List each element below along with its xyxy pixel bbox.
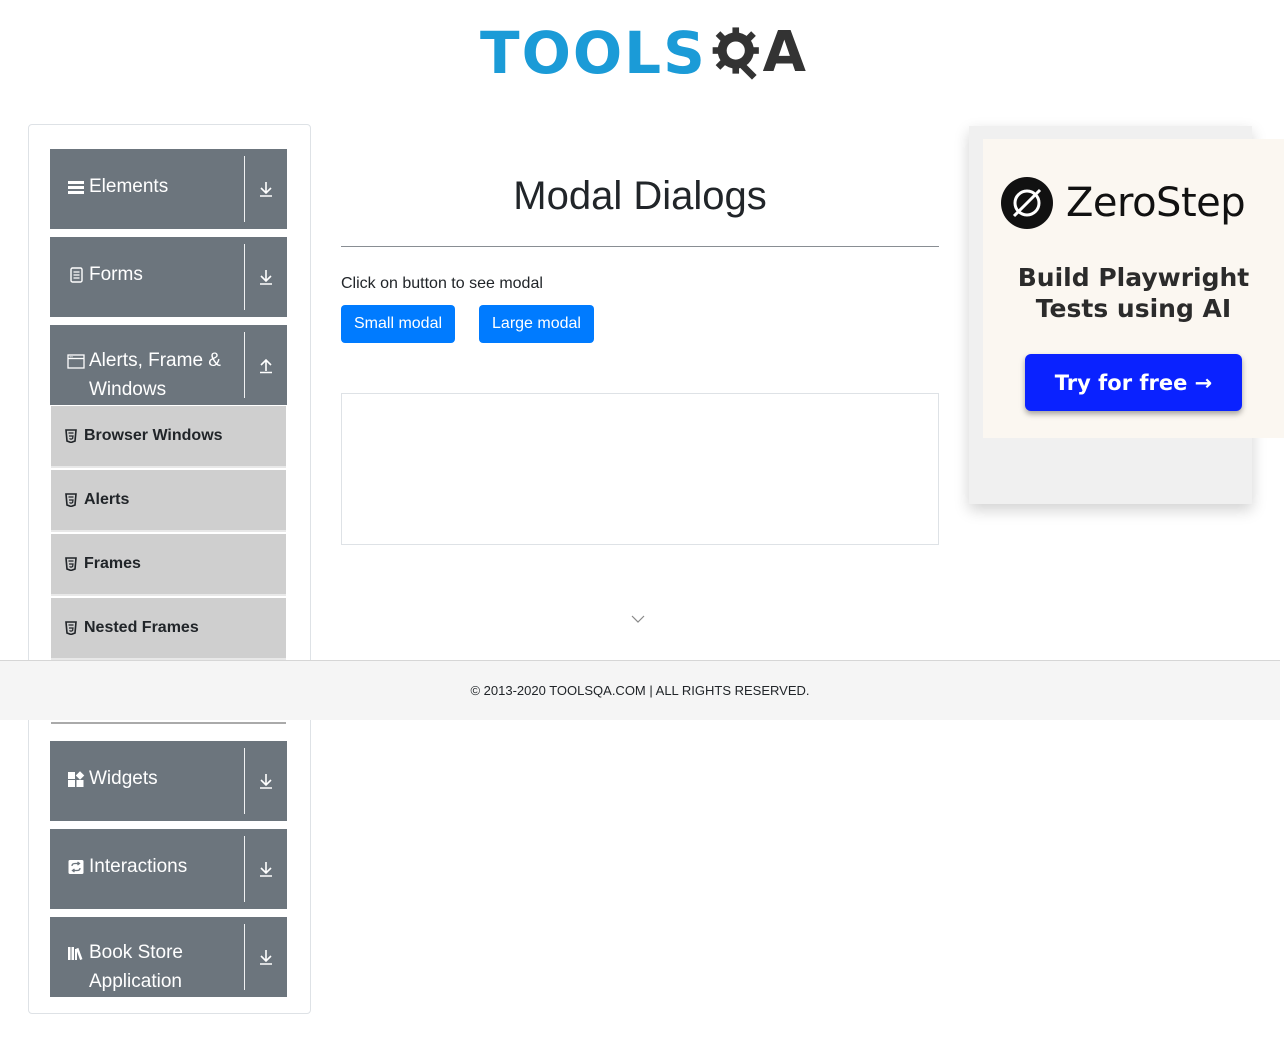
left-panel: Elements Forms Alerts, Frame & Windows B… bbox=[28, 124, 311, 1014]
ad-placeholder-box bbox=[341, 393, 939, 545]
sidebar-item-nested-frames[interactable]: Nested Frames bbox=[51, 598, 286, 660]
html5-icon bbox=[65, 429, 77, 443]
sidebar-group-label: Interactions bbox=[89, 856, 188, 877]
sidebar-item-label: Nested Frames bbox=[84, 619, 199, 636]
divider bbox=[244, 836, 245, 902]
sidebar-group-label: Forms bbox=[89, 264, 143, 285]
download-arrow-icon bbox=[260, 270, 272, 285]
sidebar-group-widgets[interactable]: Widgets bbox=[50, 741, 287, 821]
html5-icon bbox=[65, 557, 77, 571]
interactions-icon bbox=[68, 860, 84, 874]
chevron-down-icon[interactable] bbox=[630, 613, 646, 625]
logo-text-tools: TOOLS bbox=[480, 19, 707, 87]
sidebar-item-edge bbox=[51, 722, 286, 724]
ad-headline: Build Playwright Tests using AI bbox=[983, 262, 1284, 324]
page-title: Modal Dialogs bbox=[513, 174, 767, 218]
download-arrow-icon bbox=[260, 774, 272, 789]
zerostep-logo: ZeroStep bbox=[1000, 176, 1246, 230]
hamburger-icon bbox=[68, 181, 84, 194]
toolsqa-logo[interactable]: TOOLS A bbox=[480, 14, 806, 92]
window-icon bbox=[67, 354, 85, 369]
sidebar-group-label: Elements bbox=[89, 176, 169, 197]
upload-arrow-icon bbox=[260, 358, 272, 374]
sidebar-group-label: Widgets bbox=[89, 768, 158, 789]
sidebar-item-label: Browser Windows bbox=[84, 427, 223, 444]
small-modal-button[interactable]: Small modal bbox=[341, 305, 455, 343]
sidebar-item-alerts[interactable]: Alerts bbox=[51, 470, 286, 532]
zerostep-logo-icon bbox=[1001, 177, 1053, 229]
sidebar-group-forms[interactable]: Forms bbox=[50, 237, 287, 317]
title-divider bbox=[341, 246, 939, 247]
sidebar-item-label: Frames bbox=[84, 555, 141, 572]
large-modal-button[interactable]: Large modal bbox=[479, 305, 594, 343]
gear-magnifier-icon bbox=[712, 27, 759, 80]
divider bbox=[244, 748, 245, 814]
download-arrow-icon bbox=[260, 950, 272, 965]
document-icon bbox=[70, 267, 83, 283]
sidebar-item-frames[interactable]: Frames bbox=[51, 534, 286, 596]
sidebar-item-browser-windows[interactable]: Browser Windows bbox=[51, 406, 286, 468]
modal-prompt-text: Click on button to see modal bbox=[341, 275, 543, 292]
ad-brand-name: ZeroStep bbox=[1066, 180, 1246, 226]
ad-headline-line1: Build Playwright bbox=[1017, 263, 1250, 292]
books-icon bbox=[68, 947, 83, 960]
sidebar-group-label: Book Store Application bbox=[89, 942, 183, 992]
html5-icon bbox=[65, 621, 77, 635]
download-arrow-icon bbox=[260, 862, 272, 877]
divider bbox=[244, 924, 245, 990]
widgets-icon bbox=[68, 771, 85, 787]
divider bbox=[244, 244, 245, 310]
ad-headline-line2: Tests using AI bbox=[1035, 294, 1232, 323]
download-arrow-icon bbox=[260, 182, 272, 197]
logo-text-a: A bbox=[762, 20, 806, 85]
html5-icon bbox=[65, 493, 77, 507]
sidebar-item-label: Alerts bbox=[84, 491, 130, 508]
copyright-text: © 2013-2020 TOOLSQA.COM | ALL RIGHTS RES… bbox=[470, 683, 810, 698]
divider bbox=[244, 156, 245, 222]
divider bbox=[244, 332, 245, 398]
sidebar-group-book-store[interactable]: Book Store Application bbox=[50, 917, 287, 997]
footer: © 2013-2020 TOOLSQA.COM | ALL RIGHTS RES… bbox=[0, 660, 1280, 720]
sidebar-group-label: Alerts, Frame & Windows bbox=[89, 350, 221, 400]
sidebar-group-elements[interactable]: Elements bbox=[50, 149, 287, 229]
try-for-free-button[interactable]: Try for free → bbox=[1025, 354, 1242, 411]
sidebar-group-interactions[interactable]: Interactions bbox=[50, 829, 287, 909]
sidebar-group-alerts-frame-windows[interactable]: Alerts, Frame & Windows bbox=[50, 325, 287, 405]
